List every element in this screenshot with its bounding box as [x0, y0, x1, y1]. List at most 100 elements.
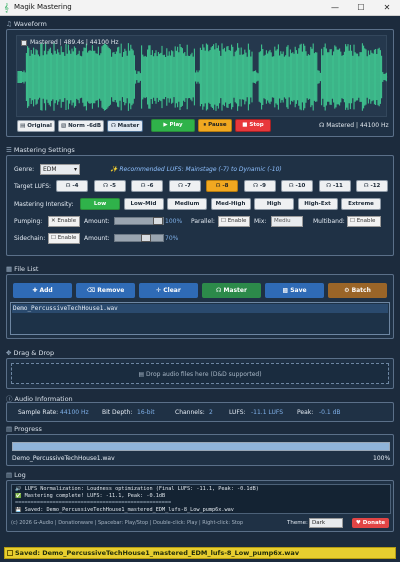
parallel-enable-checkbox[interactable]: ☐ Enable [218, 216, 250, 227]
file-list-item[interactable]: Demo_PercussiveTechHouse1.wav [12, 304, 388, 313]
chart-icon: ▤ [6, 425, 13, 433]
save-button[interactable]: ▩ Save [265, 283, 324, 298]
pumping-amount-label: Amount: [84, 218, 110, 225]
lufs-button[interactable]: ☊ -9 [243, 180, 276, 192]
playback-status: ☊ Mastered | 44100 Hz [319, 122, 389, 129]
peak-label: Peak: [297, 409, 314, 416]
lufs-button[interactable]: ☊ -11 [318, 180, 351, 192]
intensity-button[interactable]: Medium [167, 198, 207, 210]
lufs-button[interactable]: ☊ -8 [206, 180, 238, 192]
checkbox-icon: ☐ [51, 235, 58, 241]
waveform-canvas [17, 43, 388, 111]
lufs-button[interactable]: ☊ -6 [131, 180, 163, 192]
target-lufs-label: Target LUFS: [14, 183, 52, 190]
log-textarea[interactable]: 🔊 LUFS Normalization: Loudness optimizat… [11, 484, 391, 514]
intensity-label: Mastering Intensity: [14, 201, 74, 208]
clear-button[interactable]: ✛ Clear [139, 283, 198, 298]
slider-thumb[interactable] [153, 217, 163, 225]
sidechain-enable-checkbox[interactable]: ☐ Enable [48, 233, 80, 244]
mix-select[interactable]: Mediu [271, 216, 303, 227]
lufs-button[interactable]: ☊ -5 [93, 180, 126, 192]
stop-button[interactable]: ■ Stop [235, 119, 271, 132]
lufs-button[interactable]: ☊ -7 [168, 180, 201, 192]
maximize-button[interactable]: ☐ [348, 0, 374, 15]
theme-label: Theme: [287, 520, 308, 526]
view-normalized-button[interactable]: ▧ Norm -6dB [58, 120, 104, 132]
lufs-button-label: -5 [109, 183, 116, 189]
mastered-checkbox-icon [21, 40, 27, 46]
mix-label: Mix: [254, 218, 267, 225]
master-button[interactable]: ☊ Master [202, 283, 261, 298]
close-button[interactable]: ✕ [374, 0, 400, 15]
folder-icon: ▦ [6, 265, 13, 273]
sidechain-amount-slider[interactable] [114, 234, 164, 242]
progress-panel: Demo_PercussiveTechHouse1.wav 100% [6, 434, 394, 466]
lufs-button[interactable]: ☊ -12 [356, 180, 388, 192]
progress-header: ▤ Progress [6, 425, 42, 433]
log-panel: 🔊 LUFS Normalization: Loudness optimizat… [6, 480, 394, 532]
upload-icon: ▤ [138, 371, 147, 378]
peak-value: -0.1 dB [319, 409, 341, 416]
log-line: ========================================… [15, 500, 172, 506]
waveform-info: Mastered | 489.4s | 44100 Hz [30, 39, 119, 46]
headphones-icon: ☊ [103, 183, 110, 189]
audio-info-panel: Sample Rate: 44100 Hz Bit Depth: 16-bit … [6, 402, 394, 422]
lufs-label: LUFS: [229, 409, 246, 416]
log-line: 💾 Saved: Demo_PercussiveTechHouse1_maste… [15, 507, 234, 513]
log-header: ▤ Log [6, 471, 26, 479]
multiband-label: Multiband: [313, 218, 345, 225]
file-listbox[interactable]: Demo_PercussiveTechHouse1.wav [10, 302, 390, 335]
intensity-button[interactable]: Med-High [210, 198, 251, 210]
progress-fill [13, 443, 389, 450]
lufs-button-label: -7 [184, 183, 191, 189]
play-button[interactable]: ▶ Play [151, 119, 195, 132]
minimize-button[interactable]: — [322, 0, 348, 15]
donate-button[interactable]: ♥ Donate [352, 518, 389, 528]
slider-thumb[interactable] [141, 234, 151, 242]
lufs-button-label: -9 [259, 183, 266, 189]
pumping-enable-checkbox[interactable]: ✕ Enable [48, 216, 80, 227]
view-master-button[interactable]: ☊ Master [107, 120, 143, 132]
recommended-lufs-hint: ✨ Recommended LUFS: Mainstage (-7) to Dy… [110, 166, 282, 173]
headphones-icon: ☊ [178, 183, 185, 189]
genre-select[interactable]: EDM ▾ [40, 164, 80, 175]
intensity-button[interactable]: Low-Mid [123, 198, 164, 210]
app-icon: 𝄞 [4, 3, 9, 12]
headphones-icon: ☊ [253, 183, 260, 189]
pause-button[interactable]: ⏸ Pause [198, 119, 232, 132]
sliders-icon: ☰ [6, 146, 12, 154]
status-bar: Saved: Demo_PercussiveTechHouse1_mastere… [4, 547, 396, 559]
trash-icon: ⌫ [86, 287, 98, 294]
lufs-value: -11.1 LUFS [251, 409, 284, 416]
lufs-button-label: -6 [147, 183, 154, 189]
batch-button[interactable]: ⚙ Batch [328, 283, 387, 298]
drag-drop-panel: ▤ Drop audio files here (D&D supported) [6, 358, 394, 389]
music-note-icon: ♫ [6, 20, 12, 28]
intensity-button[interactable]: High-Ext [297, 198, 338, 210]
footer-copyright: (c) 2026 G-Audio | Donationware | Spaceb… [11, 520, 244, 526]
sidechain-amount-label: Amount: [84, 235, 110, 242]
drop-zone[interactable]: ▤ Drop audio files here (D&D supported) [11, 363, 389, 384]
intensity-button[interactable]: Low [80, 198, 120, 210]
progress-file: Demo_PercussiveTechHouse1.wav [12, 455, 115, 462]
sidechain-amount-value: 70% [165, 235, 179, 242]
pumping-amount-slider[interactable] [114, 217, 164, 225]
multiband-enable-checkbox[interactable]: ☐ Enable [347, 216, 381, 227]
headphones-icon: ☊ [326, 183, 333, 189]
waveform-panel: Mastered | 489.4s | 44100 Hz ▤ Original … [6, 29, 394, 137]
lufs-button[interactable]: ☊ -4 [56, 180, 88, 192]
intensity-button[interactable]: High [254, 198, 294, 210]
intensity-button[interactable]: Extreme [341, 198, 381, 210]
lufs-button[interactable]: ☊ -10 [281, 180, 313, 192]
remove-button[interactable]: ⌫ Remove [76, 283, 135, 298]
view-original-button[interactable]: ▤ Original [17, 120, 55, 132]
lufs-button-label: -10 [295, 183, 306, 189]
headphones-icon: ☊ [110, 123, 118, 129]
add-button[interactable]: ✚ Add [13, 283, 72, 298]
status-checkbox-icon [7, 550, 13, 556]
theme-select[interactable]: Dark [309, 518, 343, 528]
waveform-display[interactable]: Mastered | 489.4s | 44100 Hz [16, 35, 388, 117]
bit-depth-value: 16-bit [137, 409, 155, 416]
parallel-label: Parallel: [191, 218, 215, 225]
channels-label: Channels: [175, 409, 205, 416]
